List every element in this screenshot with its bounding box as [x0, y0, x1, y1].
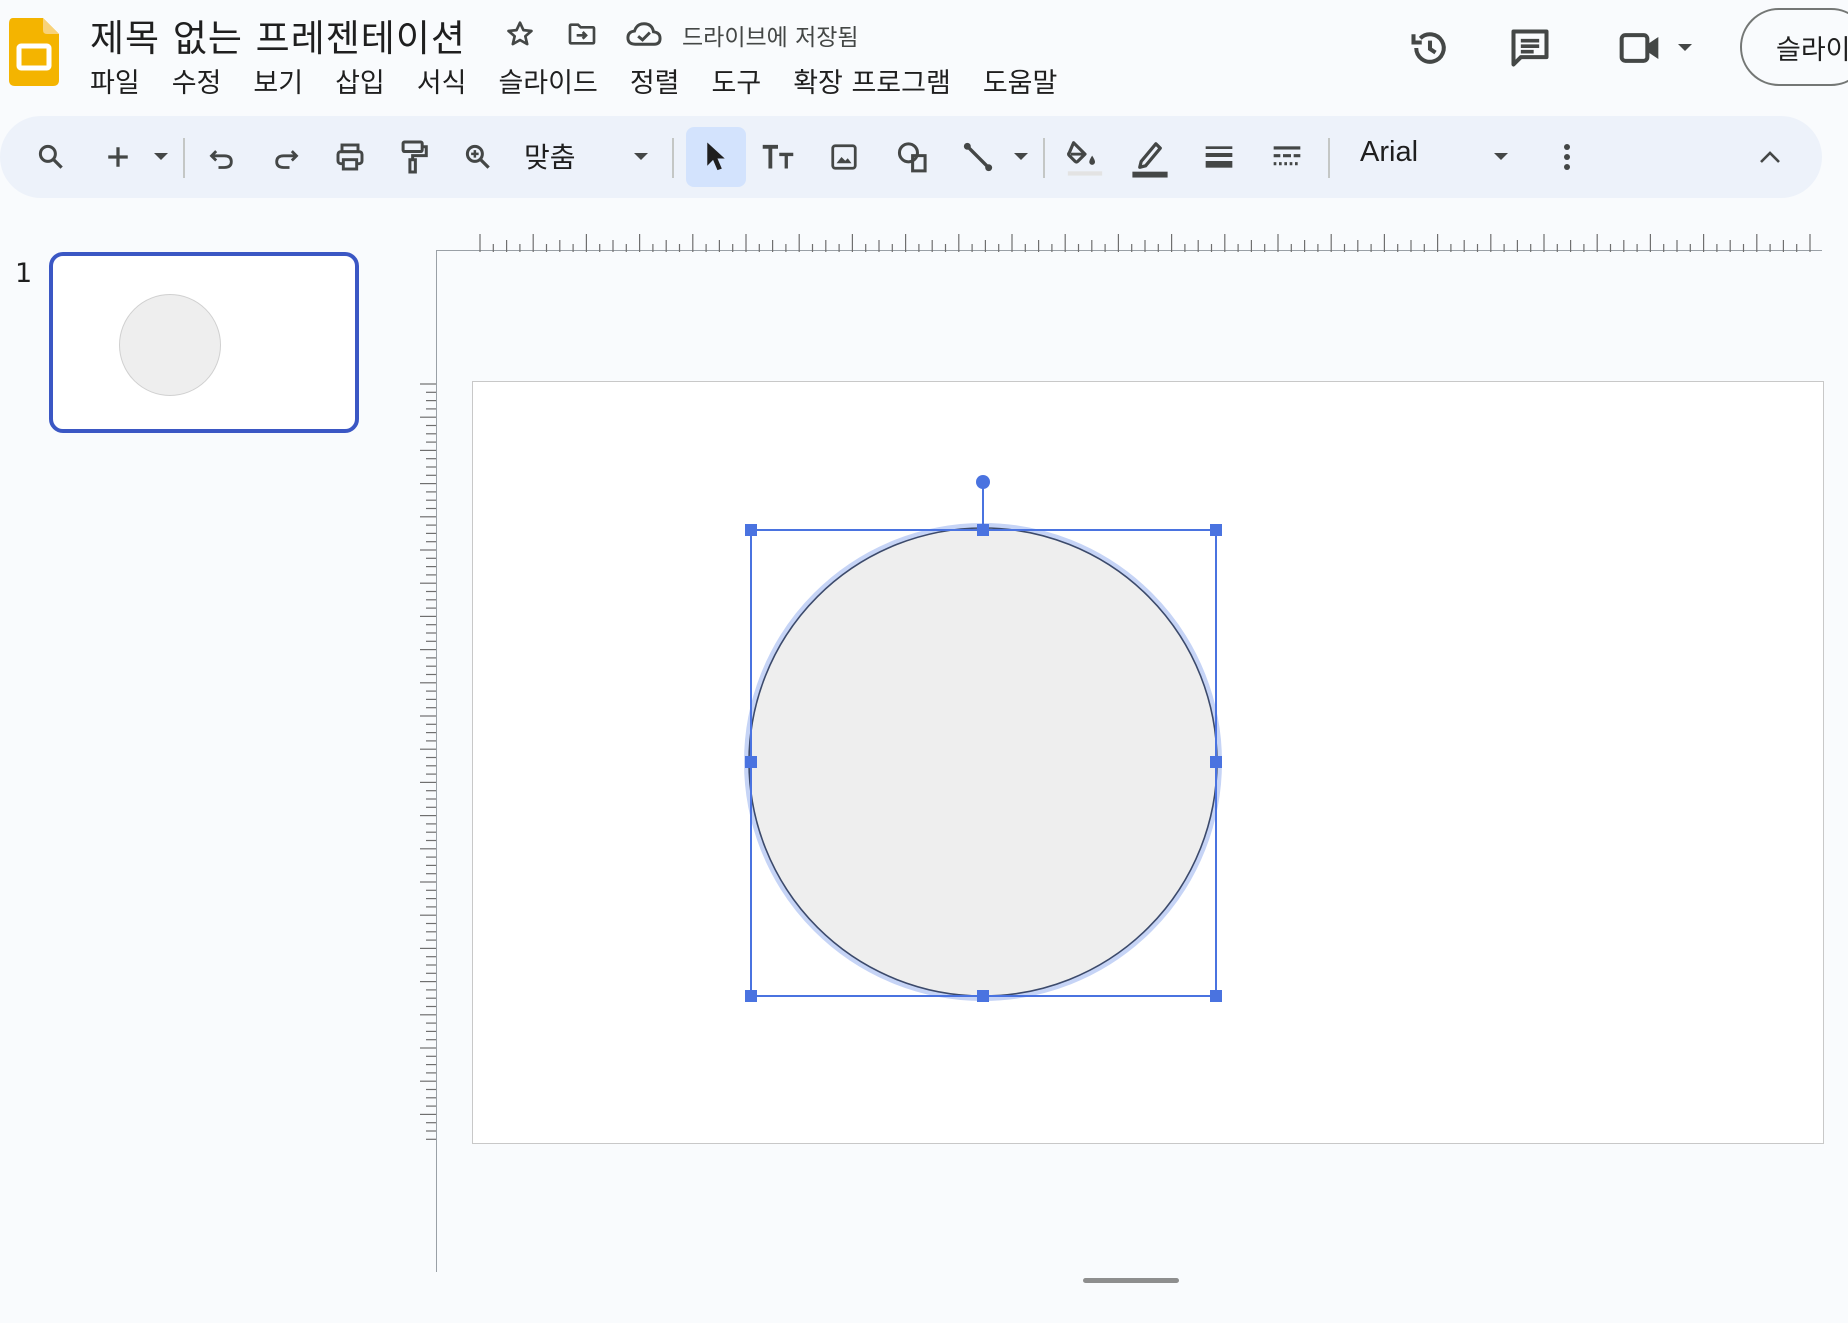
- resize-handle-top-left[interactable]: [745, 524, 757, 536]
- resize-handle-bottom[interactable]: [977, 990, 989, 1002]
- resize-handle-left[interactable]: [745, 756, 757, 768]
- slides-app: 제목 없는 프레젠테이션 드라이브에 저장됨 파일 수정 보기 삽입 서식 슬라…: [0, 0, 1848, 1323]
- resize-handle-top[interactable]: [977, 524, 989, 536]
- resize-handle-top-right[interactable]: [1210, 524, 1222, 536]
- selection-overlay: [744, 475, 1222, 1002]
- rotation-handle[interactable]: [976, 475, 990, 489]
- speaker-notes-resize-handle[interactable]: [1083, 1278, 1179, 1283]
- resize-handle-bottom-left[interactable]: [745, 990, 757, 1002]
- resize-handle-bottom-right[interactable]: [1210, 990, 1222, 1002]
- resize-handle-right[interactable]: [1210, 756, 1222, 768]
- circle-shape[interactable]: [748, 527, 1218, 997]
